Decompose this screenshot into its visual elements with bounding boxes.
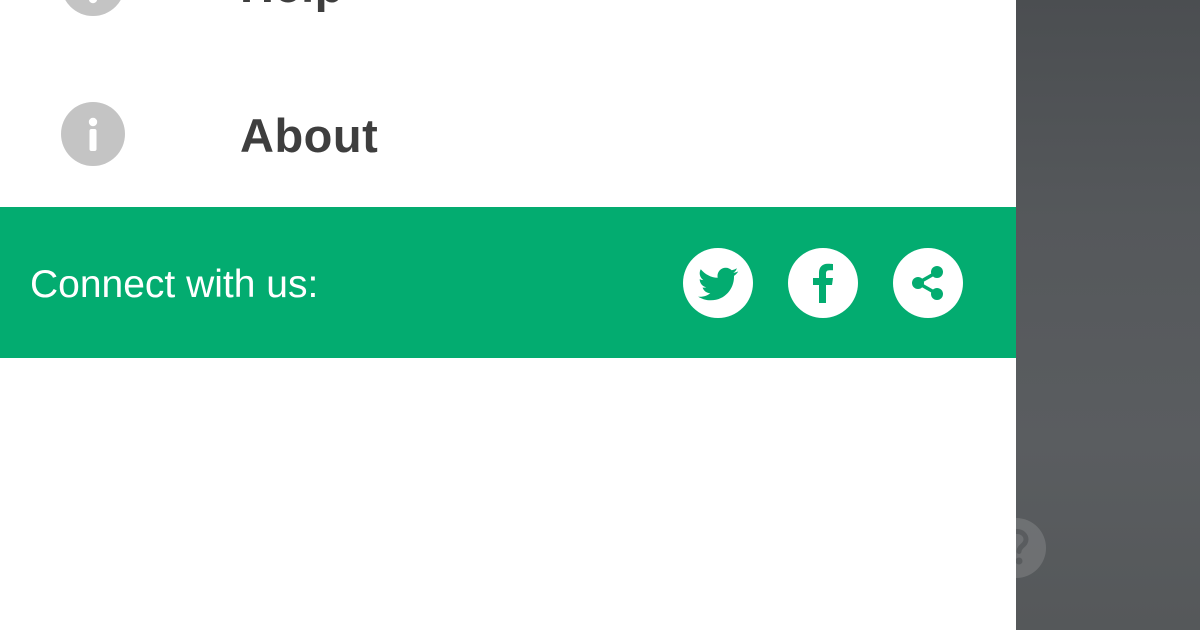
connect-label: Connect with us: [30,263,319,306]
menu-item-label: Help [240,0,344,13]
menu-item-help[interactable]: Help [0,0,1016,45]
facebook-button[interactable] [788,248,858,318]
share-button[interactable] [893,248,963,318]
share-icon [912,266,943,300]
menu-item-about[interactable]: About [0,75,1016,195]
facebook-icon [813,263,833,303]
dimmed-backdrop[interactable] [1016,0,1200,630]
info-icon [61,102,125,166]
connect-bar: Connect with us: [0,207,1016,358]
navigation-drawer: Help About Connect with us: [0,0,1016,630]
menu-item-label: About [240,109,379,162]
help-icon [61,0,125,16]
help-icon [1016,518,1046,578]
twitter-button[interactable] [683,248,753,318]
twitter-icon [698,267,739,301]
